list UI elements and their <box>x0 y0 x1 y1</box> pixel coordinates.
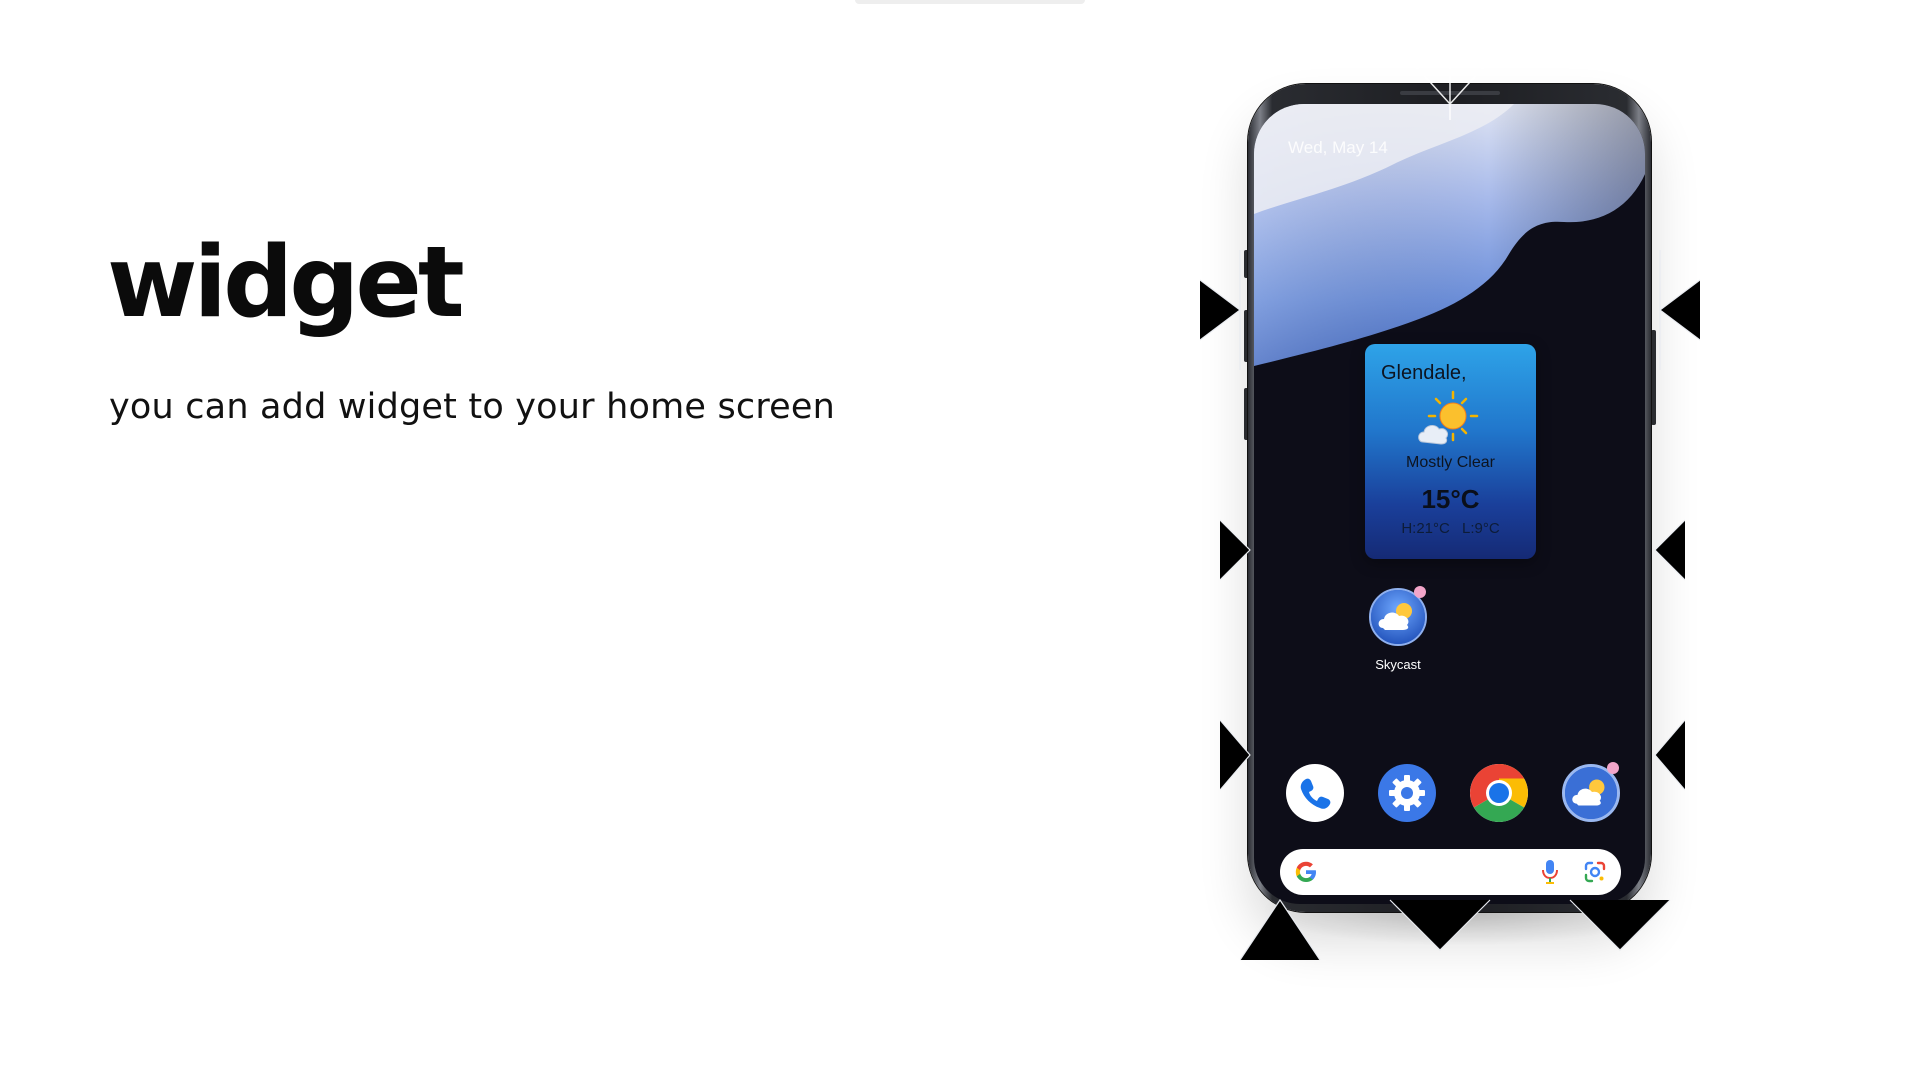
notification-dot <box>1414 586 1426 598</box>
google-search-bar[interactable] <box>1280 849 1621 895</box>
phone-speaker <box>1400 91 1500 95</box>
widget-condition: Mostly Clear <box>1406 454 1495 471</box>
dock-phone-app[interactable] <box>1286 764 1344 822</box>
top-scroll-handle <box>855 0 1085 4</box>
dock-settings-app[interactable] <box>1378 764 1436 822</box>
widget-temperature: 15°C <box>1421 484 1480 514</box>
dock-chrome-app[interactable] <box>1470 764 1528 822</box>
google-lens-icon[interactable] <box>1583 860 1607 884</box>
sun-behind-cloud-icon <box>1418 390 1479 445</box>
phone-power-button <box>1651 330 1656 425</box>
phone-screen: Wed, May 14 Glendale, Mostly Clear 15°C … <box>1254 104 1645 904</box>
microphone-icon[interactable] <box>1541 859 1559 885</box>
skycast-app-label: Skycast <box>1375 657 1421 672</box>
status-date: Wed, May 14 <box>1288 138 1388 157</box>
phone-icon <box>1300 778 1331 809</box>
page-subtitle: you can add widget to your home screen <box>109 387 835 427</box>
home-indicator <box>1420 905 1480 908</box>
widget-city: Glendale, <box>1381 362 1467 384</box>
widget-high-low: H:21°C L:9°C <box>1401 520 1500 537</box>
page-title: widget <box>107 226 465 340</box>
dock-notification-dot <box>1607 762 1619 774</box>
skycast-weather-icon <box>1565 767 1617 819</box>
skycast-weather-icon <box>1371 590 1425 644</box>
weather-widget[interactable]: Glendale, Mostly Clear 15°C H:21°C L:9°C <box>1365 344 1536 559</box>
google-g-icon <box>1295 861 1316 882</box>
settings-gear-icon <box>1389 775 1425 811</box>
chrome-icon <box>1470 764 1528 822</box>
